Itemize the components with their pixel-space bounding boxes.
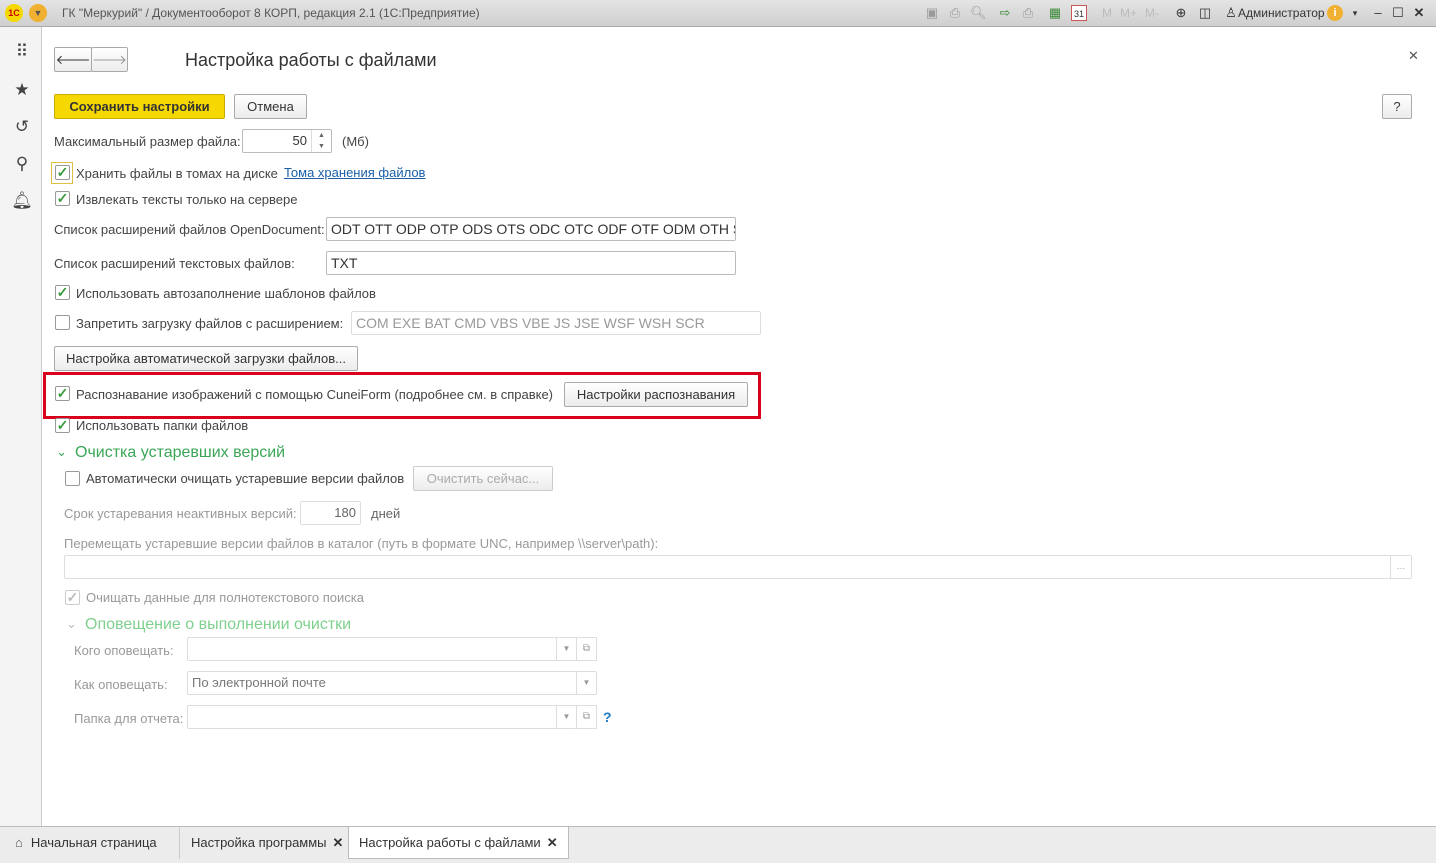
main-menu-button[interactable]: ▼ <box>29 4 47 22</box>
close-form-icon[interactable]: ✕ <box>1408 48 1419 64</box>
close-tab-icon[interactable]: ✕ <box>333 835 344 850</box>
extract-text-checkbox[interactable]: ✓ <box>55 191 70 206</box>
forbid-label: Запретить загрузку файлов с расширением: <box>76 316 344 331</box>
folder-input[interactable]: ▼ <box>187 705 577 729</box>
tab-label: Настройка работы с файлами <box>359 835 541 850</box>
browse-button[interactable]: ... <box>1390 556 1411 578</box>
dropdown-icon[interactable]: ▼ <box>556 638 576 660</box>
open-windows-bar: ⌂ Начальная страница Настройка программы ✕… <box>0 826 1436 863</box>
apps-icon[interactable]: ⠿ <box>11 41 33 63</box>
help-button[interactable]: ? <box>1382 94 1412 119</box>
bell-icon[interactable]: 🔔︎ <box>11 190 33 212</box>
how-select[interactable]: По электронной почте ▼ <box>187 671 597 695</box>
age-label: Срок устаревания неактивных версий: <box>64 506 297 521</box>
age-unit: дней <box>371 506 401 521</box>
extract-text-label: Извлекать тексты только на сервере <box>76 192 298 207</box>
open-icon[interactable]: ⧉ <box>576 637 597 661</box>
fulltext-checkbox[interactable]: ✓ <box>65 590 80 605</box>
help-link[interactable]: ? <box>603 709 612 725</box>
sidebar: ⠿ ★ ↺ ⚲ 🔔︎ <box>0 27 42 827</box>
print-icon[interactable]: ⎙ <box>947 5 963 21</box>
max-size-unit: (Мб) <box>342 134 369 149</box>
autofill-label: Использовать автозаполнение шаблонов фай… <box>76 286 376 301</box>
export-icon[interactable]: ⇨ <box>997 5 1013 21</box>
tab-label: Настройка программы <box>191 835 327 850</box>
1c-logo-icon: 1С <box>5 4 23 22</box>
info-icon[interactable]: i <box>1327 5 1343 21</box>
cancel-button[interactable]: Отмена <box>234 94 307 119</box>
title-bar: 1С ▼ ГК "Меркурий" / Документооборот 8 К… <box>0 0 1436 27</box>
dropdown-icon[interactable]: ▾ <box>1347 5 1363 21</box>
tab-home[interactable]: ⌂ Начальная страница <box>5 827 180 859</box>
window-title: ГК "Меркурий" / Документооборот 8 КОРП, … <box>62 6 480 20</box>
maximize-icon[interactable]: ☐ <box>1390 5 1406 21</box>
opendoc-label: Список расширений файлов OpenDocument: <box>54 222 325 237</box>
close-window-icon[interactable]: ✕ <box>1411 5 1427 21</box>
auto-cleanup-label: Автоматически очищать устаревшие версии … <box>86 471 405 486</box>
auto-cleanup-checkbox[interactable]: ✓ <box>65 471 80 486</box>
forbid-input[interactable]: COM EXE BAT CMD VBS VBE JS JSE WSF WSH S… <box>351 311 761 335</box>
clear-now-button[interactable]: Очистить сейчас... <box>413 466 553 491</box>
save-settings-button[interactable]: Сохранить настройки <box>54 94 225 119</box>
store-volumes-checkbox[interactable]: ✓ <box>55 165 70 180</box>
max-size-label: Максимальный размер файла: <box>54 134 241 149</box>
star-icon[interactable]: ★ <box>11 79 33 101</box>
store-volumes-label: Хранить файлы в томах на диске <box>76 166 278 181</box>
whom-label: Кого оповещать: <box>74 643 174 658</box>
memory-m-plus[interactable]: M+ <box>1120 6 1137 20</box>
move-label: Перемещать устаревшие версии файлов в ка… <box>64 536 659 551</box>
user-icon: ♙ <box>1225 5 1237 20</box>
page-title: Настройка работы с файлами <box>185 50 437 70</box>
save-icon[interactable]: ▣ <box>924 5 940 21</box>
open-icon[interactable]: ⧉ <box>576 705 597 729</box>
ocr-label: Распознавание изображений с помощью Cune… <box>76 387 554 402</box>
ocr-checkbox[interactable]: ✓ <box>55 386 70 401</box>
tab-file-settings[interactable]: Настройка работы с файлами ✕ <box>348 827 569 859</box>
memory-m[interactable]: M <box>1102 6 1112 20</box>
storage-volumes-link[interactable]: Тома хранения файлов <box>284 165 425 180</box>
tab-label: Начальная страница <box>30 835 157 850</box>
text-ext-input[interactable]: TXT <box>326 251 736 275</box>
fulltext-label: Очищать данные для полнотекстового поиск… <box>86 590 364 605</box>
how-label: Как оповещать: <box>74 677 168 692</box>
text-ext-label: Список расширений текстовых файлов: <box>54 256 295 271</box>
minimize-icon[interactable]: – <box>1370 5 1386 21</box>
max-size-stepper[interactable]: ▲ ▼ <box>311 130 331 152</box>
history-icon[interactable]: ↺ <box>11 116 33 138</box>
folders-checkbox[interactable]: ✓ <box>55 418 70 433</box>
chevron-down-icon[interactable]: ⌄ <box>66 616 77 632</box>
panels-icon[interactable]: ◫ <box>1197 5 1213 21</box>
opendoc-input[interactable]: ODT OTT ODP OTP ODS OTS ODC OTC ODF OTF … <box>326 217 736 241</box>
folders-label: Использовать папки файлов <box>76 418 249 433</box>
autofill-checkbox[interactable]: ✓ <box>55 285 70 300</box>
memory-m-minus[interactable]: M- <box>1145 6 1159 20</box>
how-value: По электронной почте <box>192 675 326 690</box>
home-icon: ⌂ <box>15 835 23 850</box>
notify-section-title[interactable]: Оповещение о выполнении очистки <box>85 616 351 634</box>
zoom-icon[interactable]: ⊕ <box>1173 5 1189 21</box>
forbid-checkbox[interactable]: ✓ <box>55 315 70 330</box>
auto-upload-settings-button[interactable]: Настройка автоматической загрузки файлов… <box>54 346 358 371</box>
chevron-down-icon[interactable]: ⌄ <box>56 444 67 460</box>
user-name[interactable]: Администратор <box>1238 6 1325 20</box>
dropdown-icon[interactable]: ▼ <box>576 672 596 694</box>
whom-input[interactable]: ▼ <box>187 637 577 661</box>
forward-button[interactable]: 🡒 <box>91 47 128 72</box>
tab-program-settings[interactable]: Настройка программы ✕ <box>181 827 355 859</box>
back-button[interactable]: 🡐 <box>54 47 92 72</box>
preview-icon[interactable]: 🔍︎ <box>970 5 987 21</box>
print2-icon[interactable]: ⎙ <box>1020 5 1036 21</box>
cleanup-section-title[interactable]: Очистка устаревших версий <box>75 444 285 462</box>
age-input[interactable]: 180 <box>300 501 361 525</box>
ocr-settings-button[interactable]: Настройки распознавания <box>564 382 748 407</box>
move-path-input[interactable] <box>64 555 1412 579</box>
folder-label: Папка для отчета: <box>74 711 184 726</box>
calendar-icon[interactable]: 31 <box>1071 5 1087 21</box>
calculator-icon[interactable]: ▦ <box>1047 5 1063 21</box>
close-tab-icon[interactable]: ✕ <box>547 835 558 850</box>
search-icon[interactable]: ⚲ <box>11 153 33 175</box>
dropdown-icon[interactable]: ▼ <box>556 706 576 728</box>
max-size-value: 50 <box>292 133 307 148</box>
